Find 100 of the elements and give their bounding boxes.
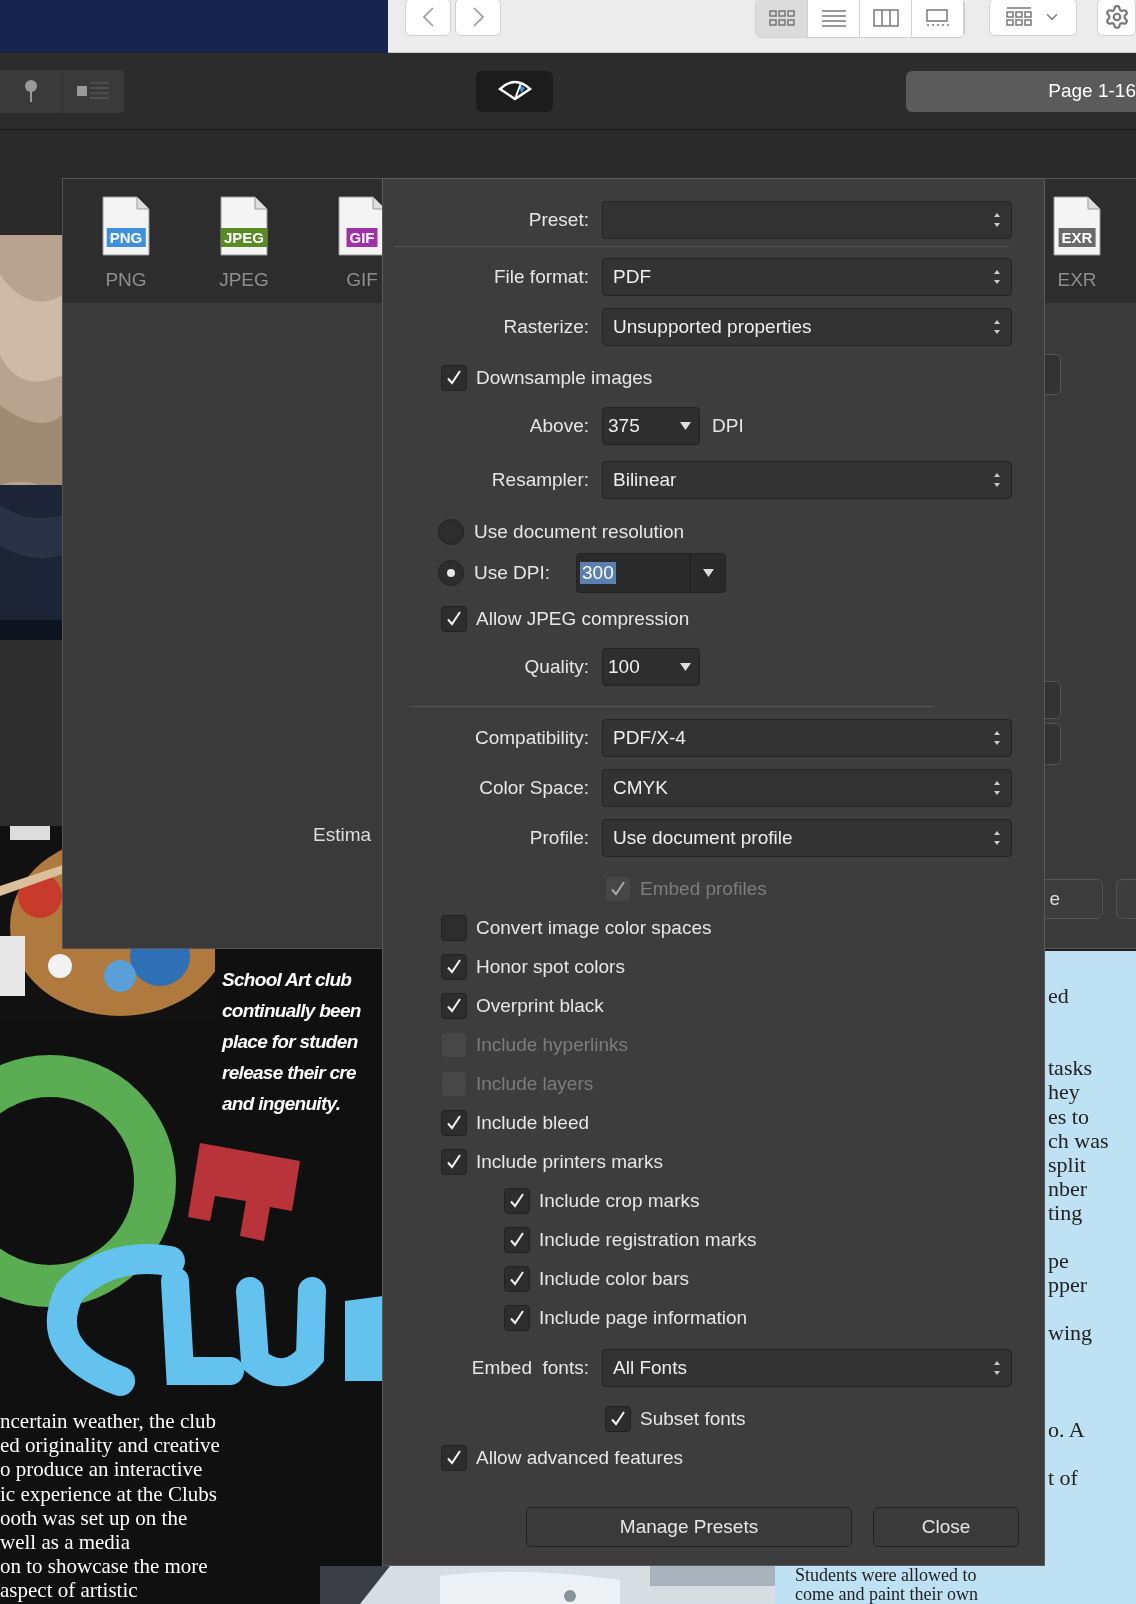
checkbox-label: Embed profiles — [640, 877, 767, 900]
settings-icon — [1104, 4, 1131, 30]
field-label: File format: — [492, 266, 589, 288]
radio-button[interactable] — [438, 559, 464, 586]
radio-label: Use DPI: — [474, 561, 551, 584]
paragraph-line: ic experience at the Clubs — [0, 1481, 217, 1506]
page-text: split — [1048, 1152, 1086, 1177]
checkbox-label: Allow advanced features — [476, 1446, 683, 1469]
page-text: nber — [1048, 1176, 1088, 1201]
checkbox[interactable] — [504, 1226, 530, 1253]
checkbox[interactable] — [441, 364, 467, 391]
select-field[interactable]: All Fonts — [602, 1349, 1012, 1387]
checkbox-label: Subset fonts — [640, 1407, 746, 1430]
page-text: t of — [1048, 1466, 1078, 1490]
gallery-icon — [923, 8, 952, 28]
list-icon — [819, 8, 848, 28]
checkbox[interactable] — [504, 1187, 530, 1214]
columns-icon — [871, 8, 900, 28]
dpi-field[interactable]: 300 — [576, 552, 727, 593]
dialog-button[interactable]: Close — [873, 1507, 1019, 1547]
checkbox[interactable] — [504, 1265, 530, 1292]
caret-icon — [702, 568, 714, 577]
page-text: o. A — [1048, 1417, 1085, 1442]
select-field[interactable]: Unsupported properties — [602, 308, 1012, 346]
check-icon — [445, 1448, 463, 1467]
field-label: Rasterize: — [502, 316, 589, 338]
checkbox[interactable] — [441, 1148, 467, 1175]
select-field[interactable]: PDF — [602, 258, 1012, 296]
paragraph-line: ed originality and creative — [0, 1433, 220, 1458]
page-range-field[interactable]: Page 1-16 — [906, 70, 1136, 112]
grid-icon — [767, 8, 796, 28]
checkbox[interactable] — [441, 1109, 467, 1136]
page-text: ed — [1048, 984, 1069, 1008]
checkbox-label: Downsample images — [476, 366, 653, 389]
checkbox[interactable] — [504, 1304, 530, 1331]
paragraph-line: ooth was set up on the — [0, 1505, 188, 1530]
check-icon — [445, 1152, 463, 1171]
poster-text: continually been — [222, 999, 361, 1023]
field-label: Quality: — [523, 656, 589, 678]
select-field[interactable]: Use document profile — [602, 819, 1012, 857]
select-field[interactable]: Bilinear — [602, 461, 1012, 499]
page-text: come and paint their own — [795, 1585, 978, 1604]
checkbox-label: Include printers marks — [476, 1150, 663, 1173]
checkbox-label: Include page information — [539, 1306, 748, 1329]
stepper-icon — [993, 780, 1001, 796]
group-button[interactable] — [988, 0, 1078, 36]
view-mode-button[interactable] — [911, 0, 964, 37]
check-icon — [609, 879, 627, 898]
check-icon — [508, 1230, 526, 1249]
combo-field[interactable]: 375 — [602, 407, 700, 445]
checkbox-label: Include color bars — [539, 1267, 689, 1290]
radio-button[interactable] — [438, 518, 464, 545]
grid-icon — [1005, 6, 1034, 28]
dialog-button[interactable]: Manage Presets — [526, 1507, 852, 1547]
checkbox-label: Include layers — [476, 1072, 594, 1095]
field-label: Embed fonts: — [470, 1357, 589, 1379]
select-field[interactable]: CMYK — [602, 769, 1012, 807]
checkbox[interactable] — [441, 914, 467, 941]
paragraph-line: aspect of artistic — [0, 1578, 138, 1603]
format-badge: EXR — [1058, 228, 1096, 247]
checkbox[interactable] — [441, 1444, 467, 1471]
stepper-icon — [993, 319, 1001, 335]
chevron-left-icon — [422, 7, 434, 27]
checkbox[interactable] — [605, 1405, 631, 1432]
format-badge: PNG — [106, 228, 146, 247]
page-text: es to — [1048, 1104, 1089, 1129]
check-icon — [508, 1269, 526, 1288]
stepper-icon — [993, 212, 1001, 228]
field-label: Compatibility: — [473, 727, 589, 749]
select-field[interactable] — [602, 201, 1012, 239]
checkbox-label: Convert image color spaces — [476, 916, 712, 939]
field-label: Above: — [528, 415, 589, 437]
poster-text: release their cre — [222, 1061, 356, 1085]
checkbox[interactable] — [441, 992, 467, 1019]
poster-text: School Art club — [222, 968, 352, 992]
checkbox[interactable] — [441, 605, 467, 632]
paragraph-line: well as a media — [0, 1530, 131, 1554]
stepper-icon — [993, 1360, 1001, 1376]
select-field[interactable]: PDF/X-4 — [602, 719, 1012, 757]
format-badge: GIF — [346, 228, 378, 247]
radio-label: Use document resolution — [474, 520, 685, 543]
page-text: ting — [1048, 1200, 1083, 1225]
checkbox-label: Overprint black — [476, 994, 604, 1017]
view-mode-button[interactable] — [808, 0, 861, 37]
format-option[interactable]: EXR EXR — [1046, 179, 1108, 299]
poster-text: and ingenuity. — [222, 1092, 341, 1116]
paragraph-line: ncertain weather, the club — [0, 1409, 217, 1433]
paragraph-line: on to showcase the more — [0, 1554, 208, 1579]
combo-field[interactable]: 100 — [602, 648, 700, 686]
page-text: Students were allowed to — [795, 1566, 977, 1585]
format-option[interactable]: PNG PNG — [95, 179, 157, 299]
field-label: Color Space: — [478, 777, 589, 799]
settings-button[interactable] — [1097, 0, 1136, 36]
field-label: Resampler: — [490, 469, 589, 491]
format-option[interactable]: JPEG JPEG — [213, 179, 275, 299]
checkbox[interactable] — [441, 953, 467, 980]
check-icon — [508, 1191, 526, 1210]
view-button[interactable] — [476, 70, 553, 112]
check-icon — [609, 1409, 627, 1428]
view-mode-button[interactable] — [860, 0, 912, 37]
